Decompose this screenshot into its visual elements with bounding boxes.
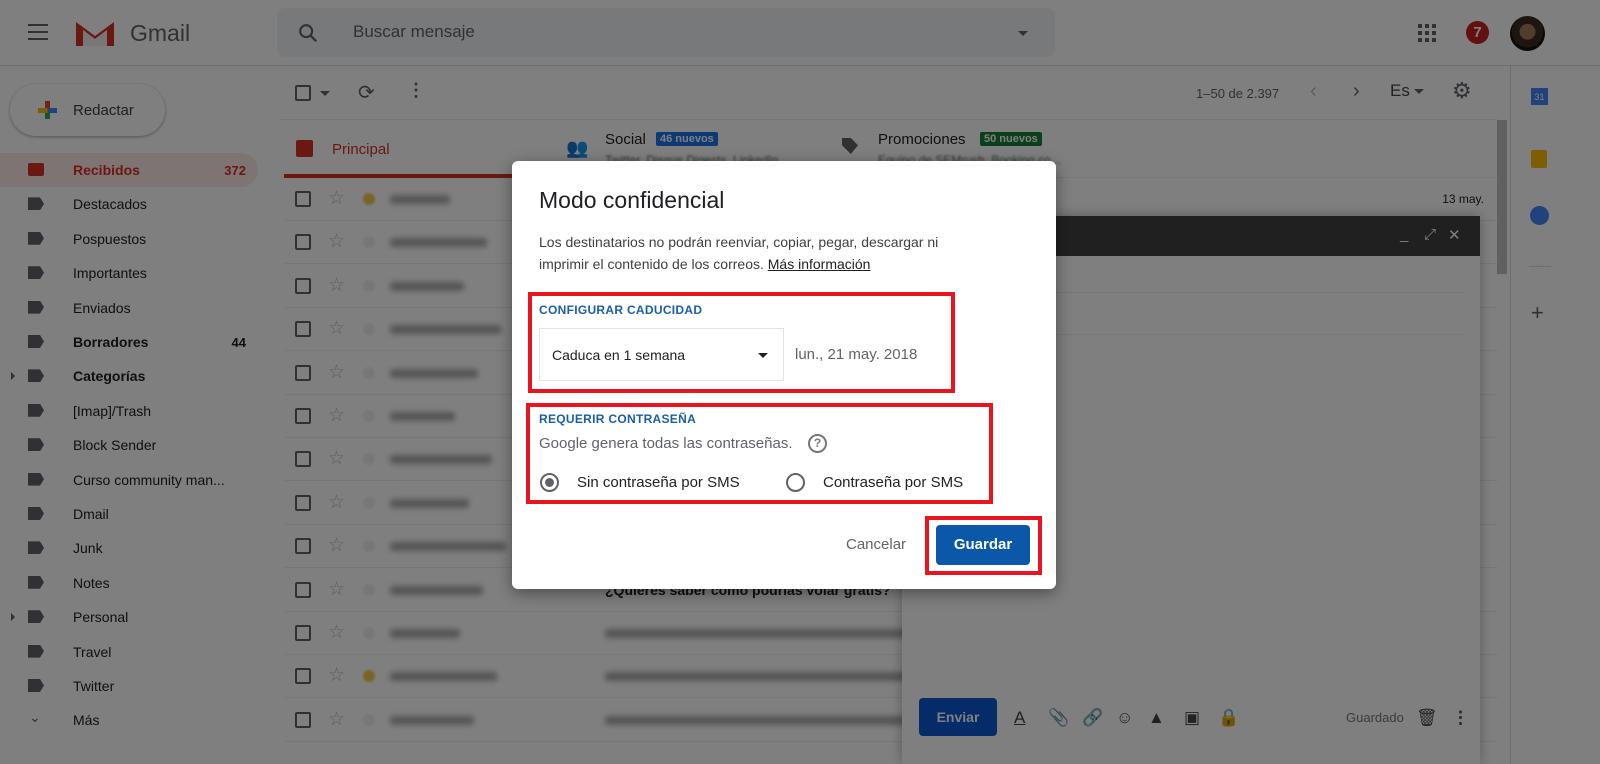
- expiry-heading: CONFIGURAR CADUCIDAD: [539, 303, 703, 317]
- description-text: Los destinatarios no podrán reenviar, co…: [539, 234, 939, 272]
- save-button[interactable]: Guardar: [936, 525, 1030, 565]
- radio-label[interactable]: Contraseña por SMS: [823, 474, 963, 491]
- expiry-select[interactable]: Caduca en 1 semana: [539, 328, 784, 381]
- expiry-selected-value: Caduca en 1 semana: [552, 347, 686, 363]
- more-info-link[interactable]: Más información: [768, 256, 871, 272]
- confidential-mode-dialog: Modo confidencial Los destinatarios no p…: [512, 161, 1056, 589]
- help-icon[interactable]: ?: [808, 434, 827, 453]
- radio-sms[interactable]: [786, 473, 805, 492]
- password-heading: REQUERIR CONTRASEÑA: [539, 412, 697, 426]
- chevron-down-icon: [758, 353, 768, 358]
- dialog-description: Los destinatarios no podrán reenviar, co…: [539, 231, 939, 275]
- cancel-button[interactable]: Cancelar: [846, 536, 906, 553]
- radio-no-sms[interactable]: [540, 473, 559, 492]
- password-note: Google genera todas las contraseñas.: [539, 435, 793, 452]
- radio-label[interactable]: Sin contraseña por SMS: [577, 474, 740, 491]
- dialog-title: Modo confidencial: [539, 187, 725, 213]
- expiry-date: lun., 21 may. 2018: [795, 346, 918, 363]
